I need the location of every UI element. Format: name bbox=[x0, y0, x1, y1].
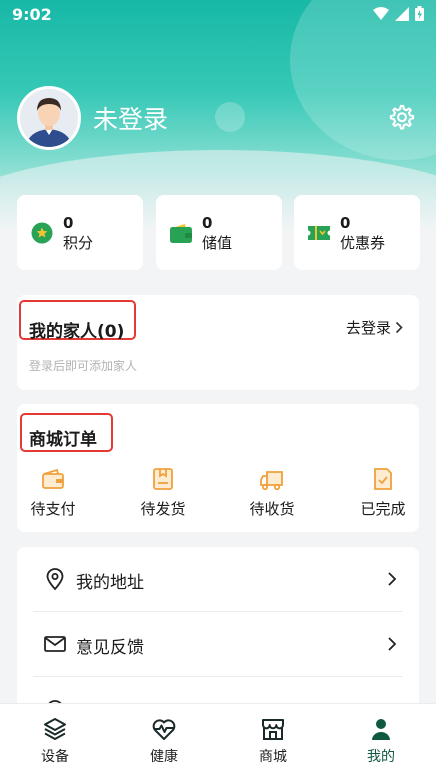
wallet-icon bbox=[170, 224, 192, 243]
menu-item-feedback[interactable]: 意见反馈 bbox=[17, 612, 419, 676]
tab-mall-label: 商城 bbox=[259, 749, 287, 765]
family-card: 我的家人(0) 去登录 登录后即可添加家人 bbox=[17, 295, 419, 390]
chevron-right-icon bbox=[395, 321, 403, 334]
stored-value-value: 0 bbox=[202, 214, 213, 232]
status-time: 9:02 bbox=[12, 5, 52, 24]
gear-icon[interactable] bbox=[388, 103, 416, 131]
family-title: 我的家人(0) bbox=[29, 322, 125, 342]
order-pending-payment[interactable]: 待支付 bbox=[13, 466, 93, 519]
login-status-title[interactable]: 未登录 bbox=[93, 100, 168, 136]
tab-health[interactable]: 健康 bbox=[124, 716, 204, 766]
signal-icon bbox=[395, 6, 409, 21]
stored-value-label: 储值 bbox=[202, 234, 233, 252]
orders-title: 商城订单 bbox=[29, 430, 97, 450]
coupon-card[interactable]: 0 优惠券 bbox=[294, 195, 420, 270]
tab-mine-label: 我的 bbox=[367, 749, 395, 765]
heart-pulse-icon bbox=[152, 719, 176, 740]
battery-icon bbox=[415, 6, 424, 21]
mail-icon bbox=[44, 636, 66, 652]
order-pending-receipt-label: 待收货 bbox=[249, 500, 295, 518]
points-value: 0 bbox=[63, 214, 74, 232]
coupon-icon bbox=[308, 226, 330, 240]
wifi-icon bbox=[373, 6, 389, 20]
chevron-right-icon bbox=[388, 637, 397, 651]
points-icon bbox=[31, 222, 53, 244]
tab-devices[interactable]: 设备 bbox=[15, 716, 95, 766]
order-pending-receipt[interactable]: 待收货 bbox=[232, 466, 312, 519]
tab-health-label: 健康 bbox=[150, 749, 178, 765]
menu-item-feedback-label: 意见反馈 bbox=[76, 638, 144, 658]
user-avatar-icon bbox=[20, 89, 78, 147]
coupon-label: 优惠券 bbox=[340, 234, 386, 252]
go-login-label: 去登录 bbox=[345, 319, 391, 337]
status-icons bbox=[373, 6, 424, 21]
order-pending-shipment[interactable]: 待发货 bbox=[123, 466, 203, 519]
document-check-icon bbox=[374, 468, 392, 490]
avatar[interactable] bbox=[17, 86, 81, 150]
menu-item-address[interactable]: 我的地址 bbox=[17, 547, 419, 611]
stored-value-card[interactable]: 0 储值 bbox=[156, 195, 282, 270]
wallet-outline-icon bbox=[42, 468, 64, 489]
points-card[interactable]: 0 积分 bbox=[17, 195, 143, 270]
order-completed[interactable]: 已完成 bbox=[343, 466, 423, 519]
tab-devices-label: 设备 bbox=[41, 749, 69, 765]
bottom-tab-bar: 设备 健康 商城 我的 bbox=[0, 703, 436, 775]
chevron-right-icon bbox=[388, 572, 397, 586]
points-label: 积分 bbox=[63, 234, 94, 252]
store-icon bbox=[262, 719, 284, 740]
layers-icon bbox=[44, 718, 66, 740]
order-pending-payment-label: 待支付 bbox=[30, 500, 76, 518]
order-pending-shipment-label: 待发货 bbox=[140, 500, 186, 518]
go-login-link[interactable]: 去登录 bbox=[346, 317, 403, 338]
decorative-dot bbox=[215, 102, 245, 132]
person-icon bbox=[372, 719, 390, 740]
location-pin-icon bbox=[46, 568, 64, 591]
coupon-value: 0 bbox=[340, 214, 351, 232]
status-bar: 9:02 bbox=[0, 0, 436, 30]
menu-item-address-label: 我的地址 bbox=[76, 573, 144, 593]
tab-mine[interactable]: 我的 bbox=[341, 716, 421, 766]
mall-orders-card: 商城订单 待支付 待发货 待收货 已完成 bbox=[17, 404, 419, 532]
order-completed-label: 已完成 bbox=[360, 500, 406, 518]
tab-mall[interactable]: 商城 bbox=[233, 716, 313, 766]
package-icon bbox=[153, 468, 173, 490]
family-hint: 登录后即可添加家人 bbox=[29, 359, 138, 373]
truck-icon bbox=[260, 471, 283, 491]
